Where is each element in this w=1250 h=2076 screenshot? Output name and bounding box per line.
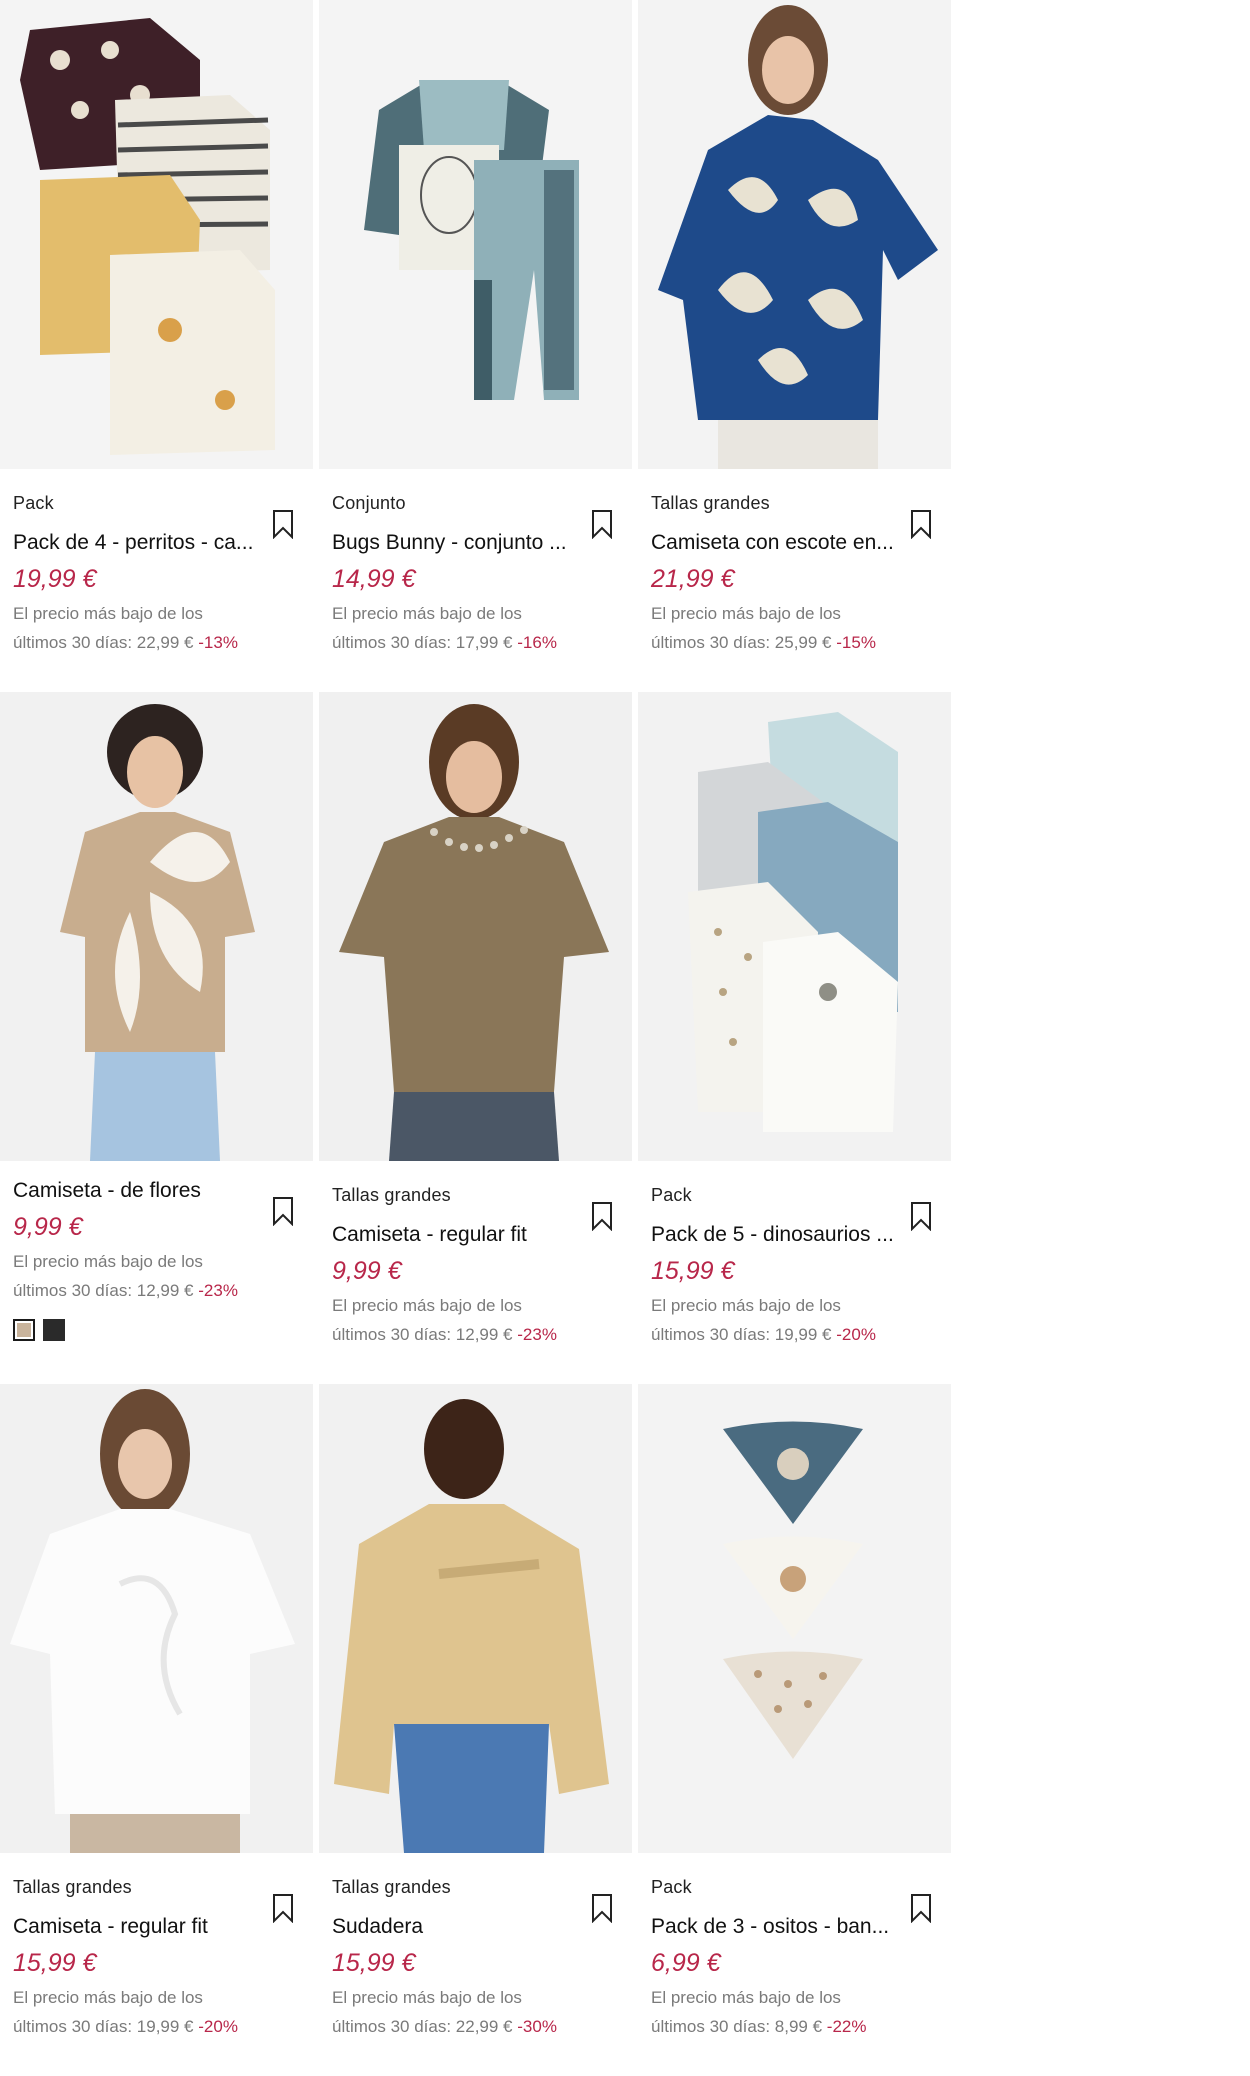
product-tag: Pack [13,493,54,513]
lowest-price-info: El precio más bajo de los últimos 30 día… [332,1983,619,2041]
product-title[interactable]: Pack de 3 - ositos - ban... [651,1915,901,1939]
product-price: 9,99 € [332,1257,402,1285]
lowest-price-info: El precio más bajo de los últimos 30 día… [13,1247,300,1305]
product-image[interactable] [0,692,313,1161]
product-price: 6,99 € [651,1949,721,1977]
lowest-price-value: últimos 30 días: 19,99 € [13,2017,194,2036]
product-tag: Tallas grandes [332,1185,451,1205]
lowest-price-label: El precio más bajo de los [13,604,203,623]
lowest-price-label: El precio más bajo de los [651,604,841,623]
discount-percent: -16% [517,633,557,652]
lowest-price-value: últimos 30 días: 17,99 € [332,633,513,652]
bookmark-icon[interactable] [272,1196,294,1226]
product-card[interactable]: Tallas grandes Camiseta con escote en...… [638,0,951,692]
product-image[interactable] [319,1384,632,1853]
product-card[interactable]: Tallas grandes Camiseta - regular fit 15… [0,1384,313,2076]
product-title[interactable]: Camiseta con escote en... [651,531,901,555]
lowest-price-value: últimos 30 días: 19,99 € [651,1325,832,1344]
bookmark-icon[interactable] [910,1201,932,1231]
product-card[interactable]: Pack Pack de 5 - dinosaurios ... 15,99 €… [638,692,951,1384]
lowest-price-info: El precio más bajo de los últimos 30 día… [13,1983,300,2041]
lowest-price-value: últimos 30 días: 12,99 € [13,1281,194,1300]
discount-percent: -20% [198,2017,238,2036]
product-card[interactable]: Tallas grandes Camiseta - regular fit 9,… [319,692,632,1384]
discount-percent: -20% [836,1325,876,1344]
product-title[interactable]: Pack de 4 - perritos - ca... [13,531,263,555]
bookmark-icon[interactable] [591,509,613,539]
lowest-price-label: El precio más bajo de los [651,1296,841,1315]
product-title[interactable]: Camiseta - regular fit [332,1223,582,1247]
product-title[interactable]: Sudadera [332,1915,582,1939]
bookmark-icon[interactable] [591,1893,613,1923]
product-card[interactable]: Camiseta - de flores 9,99 € El precio má… [0,692,313,1384]
discount-percent: -23% [198,1281,238,1300]
product-price: 19,99 € [13,565,97,593]
product-grid: Pack Pack de 4 - perritos - ca... 19,99 … [0,0,951,2076]
color-swatches [13,1319,300,1341]
lowest-price-info: El precio más bajo de los últimos 30 día… [651,1291,938,1349]
discount-percent: -23% [517,1325,557,1344]
lowest-price-label: El precio más bajo de los [332,1988,522,2007]
color-swatch-black[interactable] [43,1319,65,1341]
lowest-price-label: El precio más bajo de los [332,604,522,623]
lowest-price-info: El precio más bajo de los últimos 30 día… [13,599,300,657]
product-title[interactable]: Camiseta - de flores [13,1179,263,1203]
product-image[interactable] [319,0,632,469]
product-tag: Tallas grandes [13,1877,132,1897]
product-price: 15,99 € [651,1257,735,1285]
lowest-price-info: El precio más bajo de los últimos 30 día… [651,599,938,657]
product-card[interactable]: Tallas grandes Sudadera 15,99 € El preci… [319,1384,632,2076]
product-image[interactable] [0,0,313,469]
product-image[interactable] [638,0,951,469]
product-price: 15,99 € [332,1949,416,1977]
discount-percent: -15% [836,633,876,652]
bookmark-icon[interactable] [910,509,932,539]
product-price: 9,99 € [13,1213,83,1241]
lowest-price-info: El precio más bajo de los últimos 30 día… [332,599,619,657]
discount-percent: -13% [198,633,238,652]
bookmark-icon[interactable] [591,1201,613,1231]
product-tag: Tallas grandes [332,1877,451,1897]
product-price: 21,99 € [651,565,735,593]
product-title[interactable]: Pack de 5 - dinosaurios ... [651,1223,901,1247]
lowest-price-value: últimos 30 días: 22,99 € [13,633,194,652]
lowest-price-info: El precio más bajo de los últimos 30 día… [332,1291,619,1349]
bookmark-icon[interactable] [272,509,294,539]
product-tag: Pack [651,1877,692,1897]
lowest-price-value: últimos 30 días: 8,99 € [651,2017,823,2036]
lowest-price-label: El precio más bajo de los [13,1988,203,2007]
discount-percent: -30% [517,2017,557,2036]
product-price: 15,99 € [13,1949,97,1977]
product-image[interactable] [638,1384,951,1853]
lowest-price-label: El precio más bajo de los [13,1252,203,1271]
product-tag: Conjunto [332,493,406,513]
product-tag: Tallas grandes [651,493,770,513]
lowest-price-value: últimos 30 días: 12,99 € [332,1325,513,1344]
lowest-price-value: últimos 30 días: 22,99 € [332,2017,513,2036]
product-card[interactable]: Pack Pack de 3 - ositos - ban... 6,99 € … [638,1384,951,2076]
product-card[interactable]: Pack Pack de 4 - perritos - ca... 19,99 … [0,0,313,692]
bookmark-icon[interactable] [910,1893,932,1923]
product-tag: Pack [651,1185,692,1205]
lowest-price-info: El precio más bajo de los últimos 30 día… [651,1983,938,2041]
product-title[interactable]: Camiseta - regular fit [13,1915,263,1939]
product-image[interactable] [319,692,632,1161]
product-title[interactable]: Bugs Bunny - conjunto ... [332,531,582,555]
discount-percent: -22% [826,2017,867,2036]
bookmark-icon[interactable] [272,1893,294,1923]
product-image[interactable] [0,1384,313,1853]
lowest-price-label: El precio más bajo de los [651,1988,841,2007]
product-image[interactable] [638,692,951,1161]
lowest-price-value: últimos 30 días: 25,99 € [651,633,832,652]
lowest-price-label: El precio más bajo de los [332,1296,522,1315]
product-price: 14,99 € [332,565,416,593]
product-card[interactable]: Conjunto Bugs Bunny - conjunto ... 14,99… [319,0,632,692]
color-swatch-beige[interactable] [13,1319,35,1341]
